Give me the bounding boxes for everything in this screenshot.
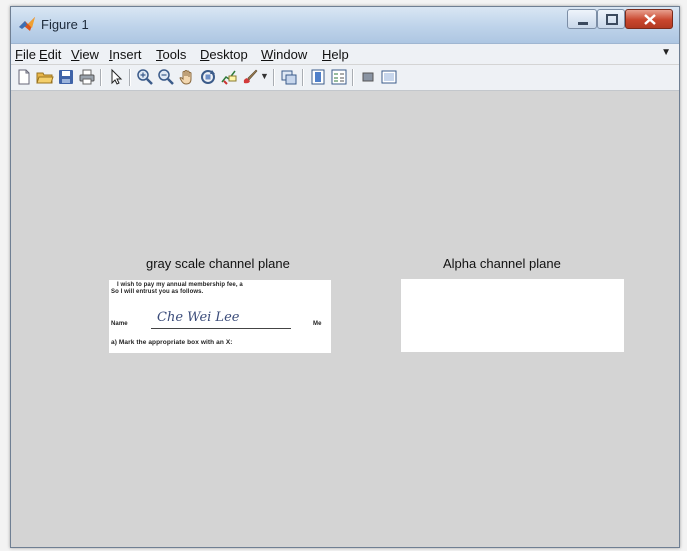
rotate-3d-icon[interactable] [199, 68, 217, 86]
toolbar-separator [273, 69, 275, 86]
toolbar-separator [100, 69, 102, 86]
zoom-in-icon[interactable] [136, 68, 154, 86]
edit-plot-arrow-icon[interactable] [107, 68, 125, 86]
link-plot-icon[interactable] [280, 68, 298, 86]
show-plot-tools-icon[interactable] [380, 68, 398, 86]
document-text-line: a) Mark the appropriate box with an X: [111, 339, 233, 346]
menu-file[interactable]: File [15, 47, 36, 62]
pan-hand-icon[interactable] [178, 68, 196, 86]
signature-line [151, 328, 291, 329]
minimize-button[interactable] [567, 9, 597, 29]
brush-icon[interactable] [241, 68, 259, 86]
print-icon[interactable] [78, 68, 96, 86]
close-icon [644, 14, 656, 25]
alpha-plot-title: Alpha channel plane [443, 256, 561, 271]
menu-window[interactable]: Window [261, 47, 307, 62]
figure-toolbar: ▼ [11, 65, 679, 91]
maximize-icon [606, 14, 618, 25]
toolbar-separator [302, 69, 304, 86]
open-file-icon[interactable] [36, 68, 54, 86]
menu-tools[interactable]: Tools [156, 47, 186, 62]
toolbar-separator [352, 69, 354, 86]
menu-view[interactable]: View [71, 47, 99, 62]
document-text-line: I wish to pay my annual membership fee, … [117, 282, 243, 288]
menu-overflow-arrow-icon[interactable]: ▼ [661, 47, 671, 58]
insert-legend-icon[interactable] [330, 68, 348, 86]
gray-scale-plot-title: gray scale channel plane [146, 256, 290, 271]
menu-bar: File Edit View Insert Tools Desktop Wind… [11, 44, 679, 64]
menu-insert[interactable]: Insert [109, 47, 142, 62]
menu-edit[interactable]: Edit [39, 47, 61, 62]
document-text-suffix: Me [313, 321, 322, 327]
data-cursor-icon[interactable] [220, 68, 238, 86]
zoom-out-icon[interactable] [157, 68, 175, 86]
maximize-button[interactable] [597, 9, 625, 29]
menu-help[interactable]: Help [322, 47, 349, 62]
brush-dropdown-arrow-icon[interactable]: ▼ [260, 71, 269, 81]
figure-window: Figure 1 File Edit View Insert Tools Des… [10, 6, 680, 548]
matlab-logo-icon [19, 17, 35, 31]
alpha-channel-image [401, 279, 624, 352]
gray-scale-image: I wish to pay my annual membership fee, … [109, 280, 331, 353]
close-button[interactable] [625, 9, 673, 29]
document-name-label: Name [111, 321, 128, 327]
document-text-line: So I will entrust you as follows. [111, 289, 204, 295]
insert-colorbar-icon[interactable] [309, 68, 327, 86]
toolbar-separator [129, 69, 131, 86]
menu-desktop[interactable]: Desktop [200, 47, 248, 62]
title-bar[interactable]: Figure 1 [11, 7, 679, 44]
new-figure-icon[interactable] [15, 68, 33, 86]
window-title: Figure 1 [41, 17, 89, 32]
minimize-icon [578, 22, 588, 25]
hide-plot-tools-icon[interactable] [359, 68, 377, 86]
save-icon[interactable] [57, 68, 75, 86]
handwritten-signature: Che Wei Lee [157, 310, 240, 325]
